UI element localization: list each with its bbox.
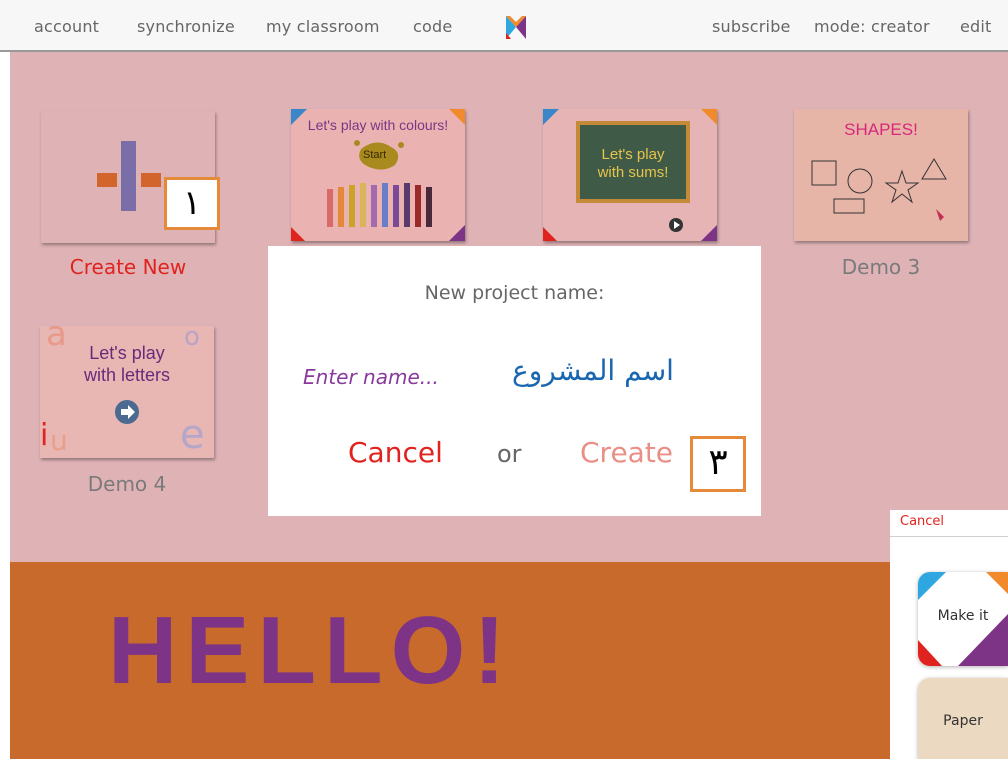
annotation-badge-1: ١	[164, 177, 220, 230]
annotation-badge-3: ٣	[690, 436, 746, 492]
paper-option[interactable]: Paper	[918, 678, 1008, 759]
arrow-right-icon	[115, 400, 139, 424]
nav-subscribe[interactable]: subscribe	[712, 17, 791, 36]
paper-label: Paper	[943, 713, 983, 729]
top-navigation-bar: account synchronize my classroom code su…	[0, 0, 1008, 52]
template-picker-panel: Cancel Make it Paper	[890, 510, 1008, 759]
demo-2-tile[interactable]: Let's play with sums!	[543, 109, 717, 241]
create-new-label[interactable]: Create New	[41, 255, 215, 279]
project-name-input[interactable]: Enter name...	[303, 365, 463, 395]
nav-edit[interactable]: edit	[960, 17, 992, 36]
demo-2-title-line-1: Let's play	[601, 146, 665, 163]
shapes-icon	[811, 158, 947, 221]
demo-2-title: Let's play with sums!	[578, 146, 688, 182]
nav-account[interactable]: account	[34, 17, 99, 36]
colour-pencils-icon	[291, 109, 465, 241]
cancel-button[interactable]: Cancel	[348, 436, 443, 469]
demo-2-title-line-2: with sums!	[597, 164, 669, 181]
demo-4-label[interactable]: Demo 4	[40, 472, 214, 496]
nav-code[interactable]: code	[413, 17, 452, 36]
app-logo-icon[interactable]	[504, 13, 528, 41]
demo-3-label[interactable]: Demo 3	[794, 255, 968, 279]
demo-3-tile[interactable]: SHAPES!	[794, 109, 968, 241]
demo-1-tile[interactable]: Let's play with colours! Start	[291, 109, 465, 241]
make-it-option[interactable]: Make it	[918, 572, 1008, 666]
make-it-label: Make it	[937, 608, 989, 624]
side-divider	[890, 536, 1008, 537]
nav-my-classroom[interactable]: my classroom	[266, 17, 380, 36]
hello-banner: HELLO!	[10, 562, 1008, 759]
create-button[interactable]: Create	[580, 436, 673, 469]
project-name-placeholder: Enter name...	[303, 365, 439, 389]
side-cancel-button[interactable]: Cancel	[900, 514, 944, 529]
arabic-project-name-label: اسم المشروع	[512, 354, 674, 387]
nav-synchronize[interactable]: synchronize	[137, 17, 235, 36]
hello-banner-text: HELLO!	[108, 597, 514, 704]
nav-mode-creator[interactable]: mode: creator	[814, 17, 930, 36]
demo-4-tile[interactable]: a o i u e Let's play with letters	[40, 326, 214, 458]
dialog-title: New project name:	[424, 282, 605, 304]
new-project-dialog: New project name: Enter name... اسم المش…	[268, 246, 761, 516]
or-label: or	[497, 440, 522, 468]
demo-1-start: Start	[363, 149, 387, 161]
